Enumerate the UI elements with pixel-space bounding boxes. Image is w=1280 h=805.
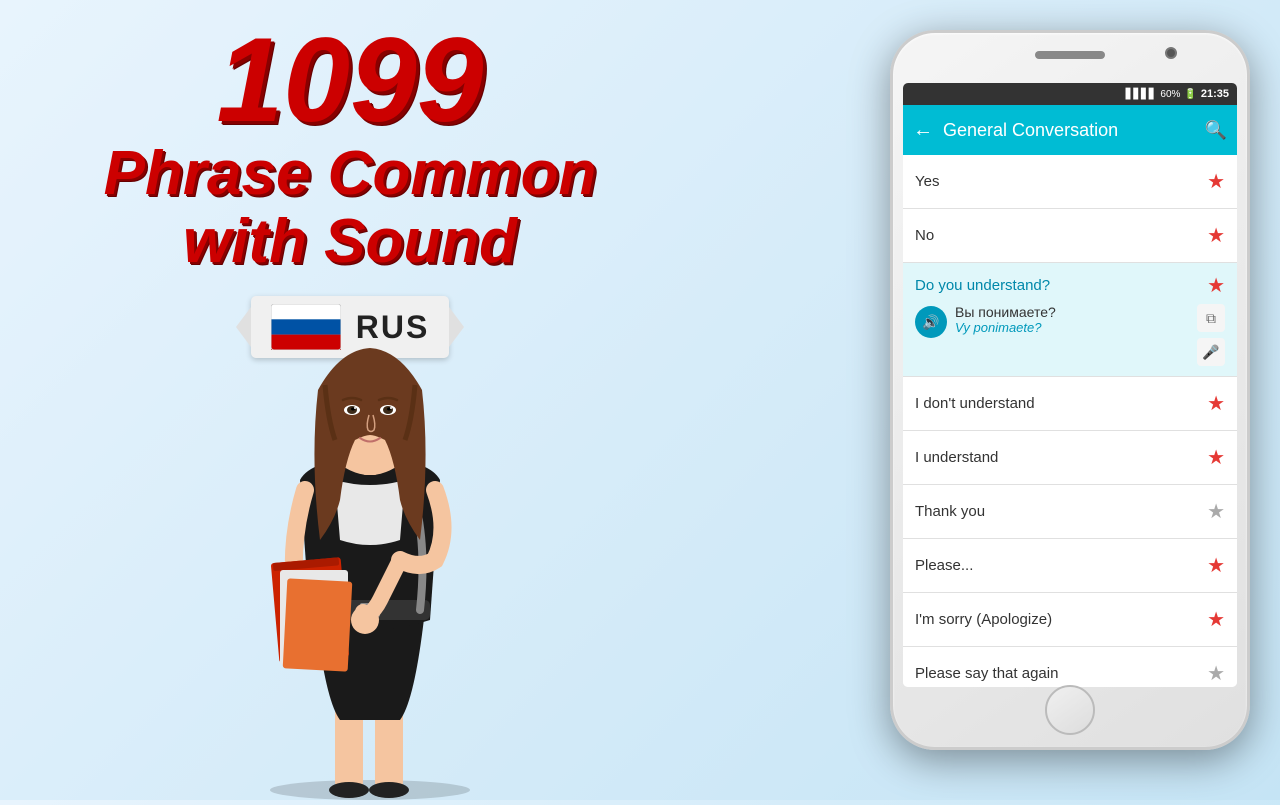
favorite-star-icon[interactable]: ★ (1207, 661, 1225, 686)
promo-number: 1099 (217, 20, 484, 140)
phrase-item[interactable]: Please... ★ (903, 539, 1237, 593)
phrase-text: Thank you (915, 503, 985, 520)
phrase-text: I don't understand (915, 395, 1035, 412)
phrase-detail: 🔊 Вы понимаете? Vy ponimaete? ⧉ 🎤 (915, 304, 1225, 366)
phrase-item[interactable]: Please say that again ★ (903, 647, 1237, 687)
phrase-list: Yes ★ No ★ Do you understand? ★ (903, 155, 1237, 687)
phone-camera-icon (1165, 47, 1177, 59)
girl-illustration (180, 260, 560, 800)
sound-button[interactable]: 🔊 (915, 306, 947, 338)
phrase-text: I understand (915, 449, 998, 466)
favorite-star-icon[interactable]: ★ (1207, 391, 1225, 416)
promo-section: 1099 Phrase Common with Sound RUS (0, 0, 700, 800)
phrase-item-expanded[interactable]: Do you understand? ★ 🔊 Вы понимаете? Vy … (903, 263, 1237, 377)
phone-speaker (1035, 51, 1105, 59)
time-display: 21:35 (1201, 88, 1229, 100)
home-button[interactable] (1045, 685, 1095, 735)
phrase-text: No (915, 227, 934, 244)
cyrillic-text: Вы понимаете? (955, 304, 1183, 320)
favorite-star-icon[interactable]: ★ (1207, 169, 1225, 194)
battery-icon: 🔋 (1184, 89, 1196, 100)
phone-mockup: ▋▋▋▋ 60% 🔋 21:35 ← General Conversation … (890, 30, 1250, 750)
promo-line1: Phrase Common (104, 140, 597, 208)
copy-icon[interactable]: ⧉ (1197, 304, 1225, 332)
phrase-item-header: Do you understand? ★ (915, 273, 1225, 298)
transliteration-text: Vy ponimaete? (955, 320, 1183, 335)
favorite-star-icon[interactable]: ★ (1207, 223, 1225, 248)
favorite-star-icon[interactable]: ★ (1207, 445, 1225, 470)
back-button[interactable]: ← (913, 119, 933, 142)
phrase-item[interactable]: Yes ★ (903, 155, 1237, 209)
favorite-star-icon[interactable]: ★ (1207, 273, 1225, 298)
phrase-item[interactable]: I understand ★ (903, 431, 1237, 485)
phrase-text: Please... (915, 557, 973, 574)
phrase-detail-row: 🔊 Вы понимаете? Vy ponimaete? ⧉ 🎤 (915, 304, 1225, 366)
status-icons: ▋▋▋▋ 60% 🔋 21:35 (1126, 88, 1229, 100)
phrase-text: Do you understand? (915, 277, 1050, 294)
app-bar: ← General Conversation 🔍 (903, 105, 1237, 155)
battery-percent: 60% (1160, 89, 1180, 100)
phrase-item[interactable]: No ★ (903, 209, 1237, 263)
phrase-translation: Вы понимаете? Vy ponimaete? (955, 304, 1183, 335)
phrase-text: I'm sorry (Apologize) (915, 611, 1052, 628)
signal-icon: ▋▋▋▋ (1126, 89, 1157, 100)
search-button[interactable]: 🔍 (1205, 120, 1227, 141)
phone-screen: ▋▋▋▋ 60% 🔋 21:35 ← General Conversation … (903, 83, 1237, 687)
phone-body: ▋▋▋▋ 60% 🔋 21:35 ← General Conversation … (890, 30, 1250, 750)
mic-icon[interactable]: 🎤 (1197, 338, 1225, 366)
status-bar: ▋▋▋▋ 60% 🔋 21:35 (903, 83, 1237, 105)
favorite-star-icon[interactable]: ★ (1207, 607, 1225, 632)
phrase-item[interactable]: I'm sorry (Apologize) ★ (903, 593, 1237, 647)
phrase-text: Please say that again (915, 665, 1058, 682)
favorite-star-icon[interactable]: ★ (1207, 499, 1225, 524)
phrase-item[interactable]: I don't understand ★ (903, 377, 1237, 431)
action-icons: ⧉ 🎤 (1197, 304, 1225, 366)
favorite-star-icon[interactable]: ★ (1207, 553, 1225, 578)
phrase-text: Yes (915, 173, 939, 190)
app-bar-title: General Conversation (943, 120, 1195, 141)
phrase-item[interactable]: Thank you ★ (903, 485, 1237, 539)
